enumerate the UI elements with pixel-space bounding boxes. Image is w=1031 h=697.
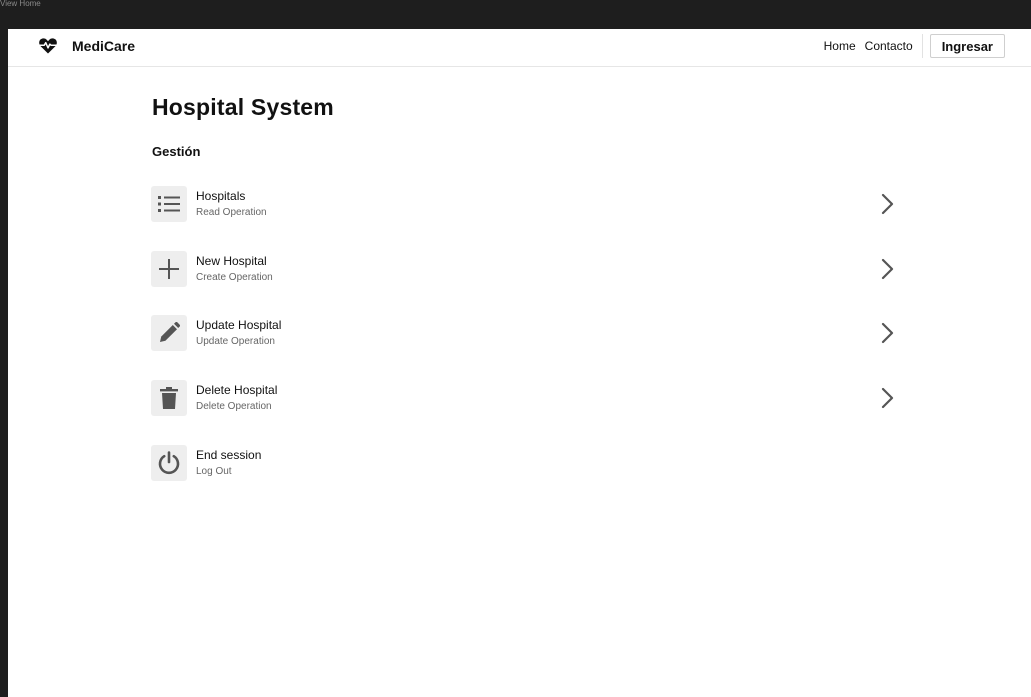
menu-item-title: Update Hospital bbox=[196, 318, 282, 332]
menu-item-icon-box bbox=[151, 315, 187, 351]
menu-item-icon-box bbox=[151, 186, 187, 222]
menu-item-subtitle: Delete Operation bbox=[196, 401, 272, 412]
brand[interactable]: MediCare bbox=[39, 36, 135, 56]
menu-item-subtitle: Read Operation bbox=[196, 207, 267, 218]
list-icon bbox=[158, 196, 180, 212]
page-title: Hospital System bbox=[152, 94, 334, 120]
menu-item-subtitle: Create Operation bbox=[196, 272, 273, 283]
chevron-right-icon[interactable] bbox=[878, 192, 898, 216]
window-title: View Home bbox=[0, 0, 41, 8]
menu-item-delete-hospital[interactable]: Delete Hospital Delete Operation bbox=[150, 380, 910, 422]
plus-icon bbox=[159, 259, 179, 279]
menu-item-subtitle: Update Operation bbox=[196, 336, 275, 347]
menu-item-title: End session bbox=[196, 448, 262, 462]
page-frame bbox=[8, 29, 1031, 697]
menu-item-title: Delete Hospital bbox=[196, 383, 278, 397]
heart-pulse-icon bbox=[39, 38, 57, 54]
menu-item-subtitle: Log Out bbox=[196, 466, 232, 477]
window-titlebar: View Home bbox=[0, 0, 1031, 9]
section-title: Gestión bbox=[152, 144, 201, 159]
menu-item-end-session[interactable]: End session Log Out bbox=[150, 445, 910, 487]
menu-item-title: New Hospital bbox=[196, 254, 267, 268]
trash-icon bbox=[160, 387, 178, 409]
chevron-right-icon[interactable] bbox=[878, 386, 898, 410]
power-icon bbox=[158, 451, 180, 475]
menu-item-icon-box bbox=[151, 380, 187, 416]
nav-links: Home Contacto Ingresar bbox=[824, 33, 1005, 59]
menu-item-new-hospital[interactable]: New Hospital Create Operation bbox=[150, 251, 910, 293]
nav-link-home[interactable]: Home bbox=[824, 39, 856, 53]
window-top-frame bbox=[8, 9, 1031, 29]
menu-item-update-hospital[interactable]: Update Hospital Update Operation bbox=[150, 315, 910, 357]
login-button[interactable]: Ingresar bbox=[929, 34, 1005, 58]
menu-item-icon-box bbox=[151, 445, 187, 481]
menu-item-hospitals[interactable]: Hospitals Read Operation bbox=[150, 186, 910, 228]
chevron-right-icon[interactable] bbox=[878, 321, 898, 345]
nav-link-contact[interactable]: Contacto bbox=[865, 39, 913, 53]
menu-item-title: Hospitals bbox=[196, 189, 246, 203]
brand-name: MediCare bbox=[72, 38, 136, 54]
chevron-right-icon[interactable] bbox=[878, 257, 898, 281]
navbar: MediCare Home Contacto Ingresar bbox=[8, 29, 1031, 67]
menu-item-icon-box bbox=[151, 251, 187, 287]
pencil-icon bbox=[160, 322, 180, 342]
nav-divider bbox=[921, 34, 923, 58]
